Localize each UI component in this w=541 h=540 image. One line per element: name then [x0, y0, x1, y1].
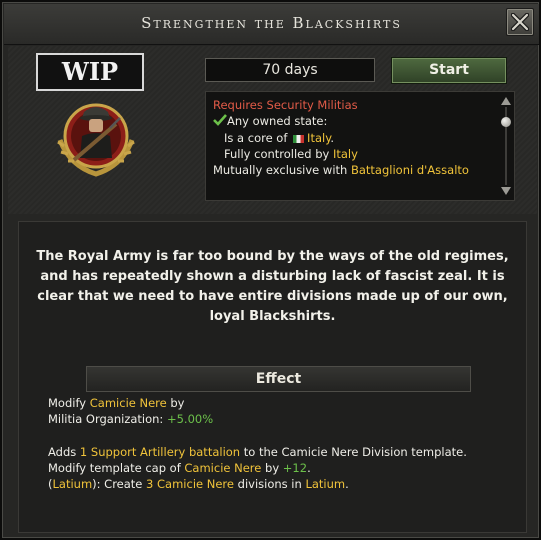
effect-value: +12 — [282, 460, 308, 475]
effect-value: +5.00% — [166, 412, 214, 427]
effect-text: to the Camicie Nere Division template. — [240, 444, 467, 459]
focus-window: Strengthen the Blackshirts WIP 70 days S… — [0, 0, 541, 540]
effect-text: Adds — [48, 444, 80, 459]
effect-highlight: Latium — [52, 477, 93, 492]
requirement-core-country: Italy — [307, 130, 331, 145]
requirements-box[interactable]: Requires Security Militias Any owned sta… — [205, 91, 515, 201]
effect-text: Modify template cap of — [48, 460, 185, 475]
requirement-focus: Requires Security Militias — [213, 98, 358, 112]
effect-text: divisions in — [233, 477, 306, 492]
requirement-control-country: Italy — [332, 146, 358, 161]
focus-duration: 70 days — [205, 58, 375, 82]
italy-flag-icon — [293, 134, 305, 143]
effect-text: Militia Organization: — [48, 412, 167, 427]
effect-text: . — [307, 460, 311, 475]
title-bar: Strengthen the Blackshirts — [4, 4, 539, 45]
mutually-exclusive-focus[interactable]: Battaglioni d'Assalto — [351, 163, 469, 177]
effect-highlight: Camicie Nere — [89, 396, 167, 410]
effect-text: by — [166, 396, 185, 410]
effect-highlight: 3 Camicie Nere — [146, 477, 234, 492]
scroll-down-arrow-icon[interactable] — [501, 187, 511, 195]
start-button[interactable]: Start — [391, 57, 507, 84]
checkmark-icon — [213, 114, 227, 127]
effect-text: Modify — [48, 396, 90, 410]
wip-badge: WIP — [36, 53, 144, 91]
effect-highlight: Camicie Nere — [184, 460, 262, 475]
effect-text: . — [345, 477, 349, 492]
blackshirt-soldier-emblem-icon — [57, 103, 135, 177]
requirement-core-label: Is a core of — [224, 130, 292, 145]
requirement-scope: Any owned state: — [227, 114, 328, 129]
scroll-up-arrow-icon[interactable] — [501, 97, 511, 105]
window-title: Strengthen the Blackshirts — [141, 14, 402, 32]
requirement-control-label: Fully controlled by — [224, 146, 333, 161]
focus-description: The Royal Army is far too bound by the w… — [36, 249, 509, 324]
requirements-scrollbar[interactable] — [501, 97, 511, 195]
scroll-thumb[interactable] — [501, 117, 511, 127]
effect-text: by — [261, 460, 283, 475]
effect-header: Effect — [86, 366, 471, 392]
close-button[interactable] — [506, 8, 534, 36]
close-x-icon — [511, 13, 529, 31]
effect-list: Modify Camicie Nere by Militia Organizat… — [48, 395, 467, 492]
effect-highlight: 1 Support Artillery battalion — [79, 444, 241, 459]
requirements-text: Requires Security Militias Any owned sta… — [213, 97, 469, 178]
requirement-core-end: . — [330, 130, 335, 145]
mutually-exclusive-label: Mutually exclusive with — [213, 163, 351, 178]
effect-highlight: Latium — [305, 477, 346, 492]
effect-text: ): Create — [92, 477, 147, 492]
